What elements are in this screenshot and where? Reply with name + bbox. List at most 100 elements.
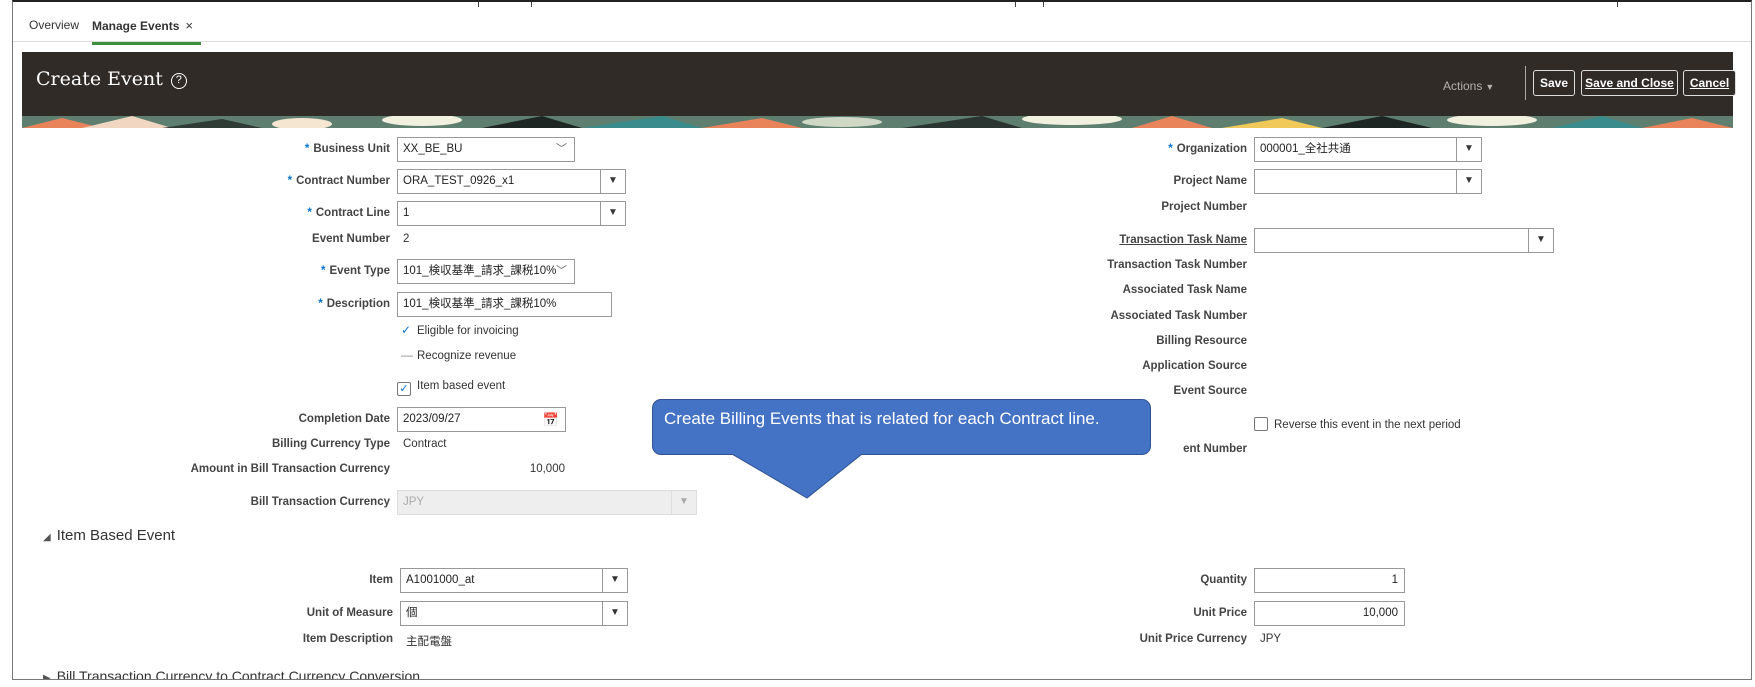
currency-conversion-title: Bill Transaction Currency to Contract Cu…: [56, 668, 421, 680]
reverse-event-label: Reverse this event in the next period: [1274, 419, 1461, 431]
event-type-select[interactable]: 101_検収基準_請求_課税10% ﹀: [397, 259, 575, 284]
actions-menu[interactable]: Actions ▼: [1443, 79, 1494, 93]
expand-triangle-icon[interactable]: ▶: [43, 673, 51, 679]
project-name-field[interactable]: ▼: [1254, 169, 1482, 194]
completion-date-label: Completion Date: [298, 413, 390, 425]
actions-label: Actions: [1443, 79, 1483, 93]
tab-manage-events[interactable]: Manage Events ×: [92, 18, 201, 45]
bill-transaction-currency-value: JPY: [403, 496, 425, 508]
item-value: A1001000_at: [406, 574, 475, 586]
organization-value: 000001_全社共通: [1260, 143, 1351, 155]
associated-task-name-label: Associated Task Name: [1122, 284, 1247, 296]
tab-overview[interactable]: Overview: [29, 18, 79, 41]
event-source-label: Event Source: [1173, 385, 1248, 397]
dropdown-arrow-icon[interactable]: ▼: [600, 202, 625, 225]
billing-resource-label: Billing Resource: [1156, 335, 1247, 347]
eligible-invoicing-label: Eligible for invoicing: [417, 325, 519, 337]
organization-field[interactable]: 000001_全社共通 ▼: [1254, 137, 1482, 162]
banner-pattern: [22, 116, 1733, 128]
completion-date-input[interactable]: 2023/09/27 📅: [397, 407, 566, 432]
reverse-event-checkbox[interactable]: Reverse this event in the next period: [1254, 417, 1461, 431]
dropdown-arrow-icon[interactable]: ▼: [1456, 138, 1481, 161]
organization-label-text: Organization: [1176, 143, 1247, 155]
completion-date-value: 2023/09/27: [403, 413, 461, 425]
save-button[interactable]: Save: [1533, 70, 1575, 96]
help-icon[interactable]: ?: [170, 73, 187, 89]
recognize-revenue-label: Recognize revenue: [417, 350, 517, 362]
currency-conversion-section-header[interactable]: ▶ Bill Transaction Currency to Contract C…: [43, 668, 421, 680]
contract-line-field[interactable]: 1 ▼: [397, 201, 626, 226]
dropdown-arrow-icon[interactable]: ▼: [600, 170, 625, 193]
bill-transaction-currency-label: Bill Transaction Currency: [250, 496, 390, 508]
unit-price-input[interactable]: 10,000: [1254, 601, 1405, 626]
contract-number-field[interactable]: ORA_TEST_0926_x1 ▼: [397, 169, 626, 194]
item-description-label: Item Description: [302, 633, 393, 645]
contract-number-label: * Contract Number: [163, 175, 390, 187]
contract-line-label: * Contract Line: [163, 207, 390, 219]
contract-number-label-text: Contract Number: [296, 175, 390, 187]
item-based-event-section-header[interactable]: ◢ Item Based Event: [43, 527, 175, 544]
item-field[interactable]: A1001000_at ▼: [400, 568, 628, 593]
project-name-label: Project Name: [1173, 175, 1247, 187]
dropdown-arrow-icon[interactable]: ▼: [1456, 170, 1481, 193]
quantity-input[interactable]: 1: [1254, 568, 1405, 593]
application-source-label: Application Source: [1142, 360, 1247, 372]
item-based-event-label: Item based event: [417, 380, 506, 392]
item-label: Item: [369, 574, 393, 586]
contract-number-value: ORA_TEST_0926_x1: [403, 175, 515, 187]
dropdown-arrow-icon[interactable]: ▼: [602, 569, 627, 592]
checkbox-checked-icon[interactable]: ✓: [397, 382, 411, 396]
organization-label: * Organization: [963, 143, 1247, 155]
recognize-revenue-item: — Recognize revenue: [401, 348, 516, 362]
required-icon: *: [318, 298, 323, 310]
contract-line-value: 1: [403, 207, 410, 219]
callout-tail: [732, 454, 862, 499]
required-icon: *: [287, 175, 293, 187]
transaction-task-number-label: Transaction Task Number: [1107, 259, 1247, 271]
dash-icon: —: [401, 348, 413, 362]
bill-transaction-currency-field: JPY ▼: [397, 490, 697, 515]
checkmark-icon: ✓: [401, 323, 412, 337]
checkbox-icon[interactable]: [1254, 417, 1268, 431]
required-icon: *: [307, 207, 312, 219]
required-icon: *: [304, 143, 310, 155]
billing-currency-type-label: Billing Currency Type: [271, 438, 390, 450]
tutorial-callout: Create Billing Events that is related fo…: [652, 399, 1151, 455]
unit-of-measure-value: 個: [406, 607, 418, 619]
page-header: Create Event? Actions ▼ Save Save and Clo…: [22, 52, 1736, 116]
required-icon: *: [1168, 143, 1173, 155]
callout-text: Create Billing Events that is related fo…: [664, 409, 1100, 428]
unit-price-currency-label: Unit Price Currency: [1139, 633, 1247, 645]
associated-task-number-label: Associated Task Number: [1110, 310, 1247, 322]
save-and-close-button[interactable]: Save and Close: [1581, 70, 1678, 96]
close-icon[interactable]: ×: [185, 18, 193, 33]
billing-currency-type-value: Contract: [403, 438, 447, 450]
dropdown-arrow-icon[interactable]: ▼: [1528, 229, 1553, 252]
event-number-label: Event Number: [312, 233, 390, 245]
business-unit-label: * Business Unit: [163, 143, 390, 155]
item-description-value: 主配電盤: [406, 636, 452, 648]
event-number-value: 2: [403, 233, 410, 245]
tab-overview-label: Overview: [29, 18, 80, 32]
cancel-button[interactable]: Cancel: [1683, 70, 1736, 96]
app-frame: Overview Manage Events × Create Event? Ac…: [12, 0, 1752, 680]
unit-price-currency-value: JPY: [1260, 633, 1282, 645]
business-unit-select[interactable]: XX_BE_BU ﹀: [397, 137, 575, 162]
quantity-label: Quantity: [1200, 574, 1247, 586]
description-input[interactable]: 101_検収基準_請求_課税10%: [397, 292, 612, 317]
unit-of-measure-field[interactable]: 個 ▼: [400, 601, 628, 626]
page-title: Create Event?: [36, 68, 187, 90]
calendar-icon[interactable]: 📅: [543, 408, 559, 431]
event-type-label: * Event Type: [163, 265, 390, 277]
contract-line-label-text: Contract Line: [315, 207, 390, 219]
item-based-event-title: Item Based Event: [56, 527, 176, 544]
item-based-event-checkbox[interactable]: ✓ Item based event: [397, 380, 505, 396]
unit-price-label: Unit Price: [1193, 607, 1247, 619]
tab-manage-events-label: Manage Events: [92, 19, 180, 33]
transaction-task-name-label: Transaction Task Name: [1119, 234, 1247, 246]
description-label: * Description: [163, 298, 390, 310]
chevron-down-icon: ﹀: [556, 265, 567, 277]
transaction-task-name-field[interactable]: ▼: [1254, 228, 1554, 253]
dropdown-arrow-icon[interactable]: ▼: [602, 602, 627, 625]
collapse-triangle-icon[interactable]: ◢: [43, 532, 51, 543]
